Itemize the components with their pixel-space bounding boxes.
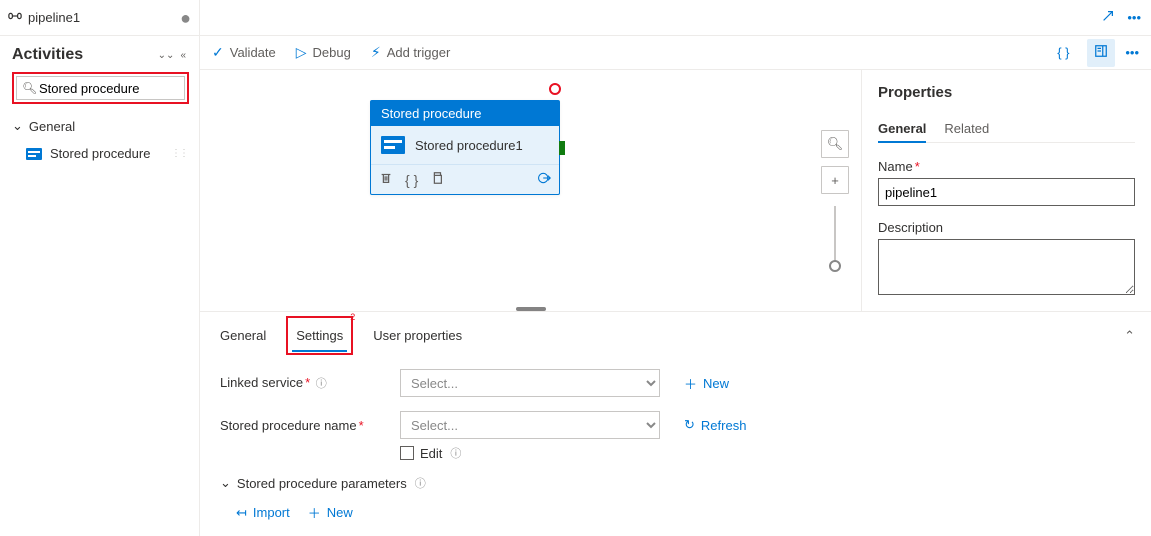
node-title: Stored procedure1 — [415, 138, 523, 153]
edit-label: Edit — [420, 446, 442, 461]
pipeline-name-input[interactable] — [878, 178, 1135, 206]
pipeline-description-input[interactable] — [878, 239, 1135, 295]
import-parameters-button[interactable]: ↤ Import — [236, 503, 290, 522]
sp-parameters-toggle[interactable]: ⌄ Stored procedure parameters ⓘ — [220, 475, 1131, 491]
props-tab-general[interactable]: General — [878, 115, 926, 142]
play-icon: ▷ — [296, 44, 307, 61]
settings-badge-number: 2 — [350, 312, 355, 322]
linked-service-label-text: Linked service — [220, 375, 303, 390]
new-label: New — [703, 376, 729, 391]
zoom-slider[interactable] — [834, 206, 836, 266]
plus-icon: ＋ — [684, 374, 697, 393]
sp-name-label-text: Stored procedure name — [220, 418, 357, 433]
refresh-icon: ↻ — [684, 417, 695, 433]
info-icon[interactable]: ⓘ — [415, 475, 426, 491]
output-arrow-icon[interactable] — [537, 171, 551, 188]
sp-parameters-label: Stored procedure parameters — [237, 476, 407, 491]
pipeline-tab[interactable]: pipeline1 ● — [0, 0, 199, 36]
success-output-anchor[interactable] — [559, 141, 565, 155]
tab-user-properties[interactable]: User properties — [369, 320, 466, 351]
info-icon[interactable]: ⓘ — [316, 378, 327, 390]
linked-service-label: Linked service* ⓘ — [220, 375, 390, 391]
canvas-search-button[interactable]: 🔍︎ — [821, 130, 849, 158]
props-tab-related[interactable]: Related — [944, 115, 989, 142]
expand-icon[interactable] — [1101, 9, 1115, 26]
unsaved-indicator-icon: ● — [180, 9, 191, 27]
name-label-text: Name — [878, 159, 913, 174]
activities-group-general[interactable]: ⌄ General — [0, 112, 199, 140]
add-trigger-button[interactable]: ⚡︎ Add trigger — [371, 44, 450, 61]
toolbar-more-icon[interactable]: ••• — [1125, 45, 1139, 60]
debug-label: Debug — [313, 45, 351, 60]
refresh-label: Refresh — [701, 418, 747, 433]
panel-resize-handle[interactable] — [516, 307, 546, 311]
zoom-thumb[interactable] — [829, 260, 841, 272]
import-icon: ↤ — [236, 505, 247, 521]
chevron-down-icon: ⌄ — [220, 475, 231, 491]
stored-procedure-name-select[interactable]: Select... — [400, 411, 660, 439]
properties-toggle-button[interactable] — [1087, 39, 1115, 67]
add-trigger-label: Add trigger — [387, 45, 451, 60]
copy-icon[interactable] — [430, 171, 444, 188]
node-status-icon — [549, 83, 561, 95]
settings-highlight-box: Settings 2 — [286, 316, 353, 355]
canvas-zoom-in-button[interactable]: + — [821, 166, 849, 194]
pipeline-title: pipeline1 — [28, 10, 80, 25]
code-icon[interactable]: { } — [405, 172, 418, 188]
new-linked-service-button[interactable]: ＋ New — [684, 374, 729, 393]
validate-label: Validate — [230, 45, 276, 60]
tab-settings[interactable]: Settings — [292, 320, 347, 351]
stored-procedure-icon — [26, 148, 42, 160]
validate-button[interactable]: ✓ Validate — [212, 44, 276, 61]
param-new-label: New — [327, 505, 353, 520]
activity-item-stored-procedure[interactable]: Stored procedure ⋮⋮ — [0, 140, 199, 167]
lightning-icon: ⚡︎ — [371, 44, 381, 61]
new-parameter-button[interactable]: ＋ New — [308, 503, 353, 522]
pipeline-canvas[interactable]: Stored procedure Stored procedure1 { } — [200, 70, 861, 311]
refresh-button[interactable]: ↻ Refresh — [684, 417, 746, 433]
info-icon[interactable]: ⓘ — [450, 445, 461, 461]
collapse-panel-icon[interactable]: « — [177, 50, 189, 61]
collapse-bottom-panel-icon[interactable]: ⌃ — [1124, 328, 1135, 344]
chevron-down-icon: ⌄ — [12, 118, 23, 134]
pipeline-icon — [8, 9, 22, 26]
linked-service-select[interactable]: Select... — [400, 369, 660, 397]
more-menu-icon[interactable]: ••• — [1127, 10, 1141, 25]
node-header: Stored procedure — [371, 101, 559, 126]
canvas-activity-node[interactable]: Stored procedure Stored procedure1 { } — [370, 100, 560, 195]
description-label: Description — [878, 220, 1135, 235]
tab-general[interactable]: General — [216, 320, 270, 351]
properties-heading: Properties — [878, 84, 1135, 101]
activity-item-label: Stored procedure — [50, 146, 150, 161]
properties-icon — [1094, 44, 1108, 61]
drag-grip-icon: ⋮⋮ — [171, 148, 187, 159]
braces-icon: { } — [1057, 45, 1069, 60]
group-label: General — [29, 119, 75, 134]
delete-icon[interactable] — [379, 171, 393, 188]
stored-procedure-icon — [381, 136, 405, 154]
import-label: Import — [253, 505, 290, 520]
stored-procedure-name-label: Stored procedure name* — [220, 418, 390, 433]
activities-heading: Activities — [12, 46, 155, 64]
search-highlight-box: 🔍︎ — [12, 72, 189, 104]
edit-checkbox[interactable] — [400, 446, 414, 460]
search-icon: 🔍︎ — [22, 81, 37, 95]
name-field-label: Name* — [878, 159, 1135, 174]
activities-search-input[interactable] — [16, 76, 185, 100]
plus-icon: ＋ — [308, 503, 321, 522]
debug-button[interactable]: ▷ Debug — [296, 44, 351, 61]
collapse-all-icon[interactable]: ⌄⌄ — [155, 50, 178, 61]
code-view-button[interactable]: { } — [1049, 39, 1077, 67]
check-icon: ✓ — [212, 44, 224, 61]
